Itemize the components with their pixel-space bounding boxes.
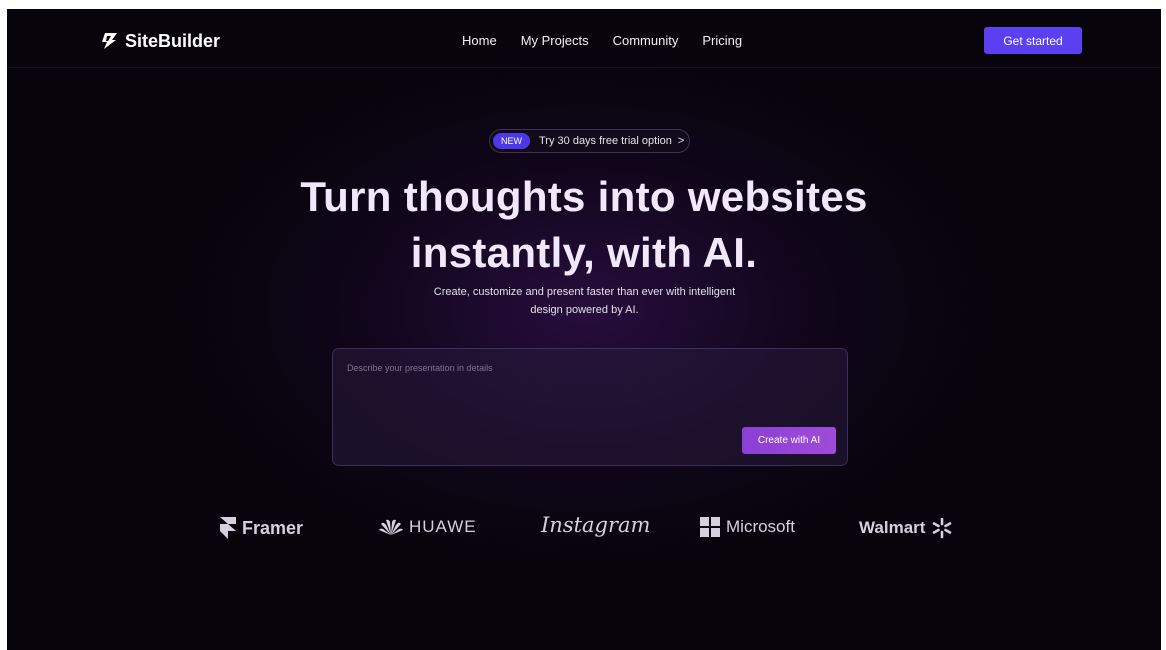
- new-badge: NEW: [493, 133, 530, 149]
- prompt-input[interactable]: [345, 361, 839, 425]
- nav-link-my-projects[interactable]: My Projects: [521, 33, 589, 48]
- huawei-logo-text: HUAWE: [409, 517, 477, 536]
- get-started-button[interactable]: Get started: [984, 27, 1082, 54]
- hero-headline: Turn thoughts into websites instantly, w…: [7, 169, 1161, 281]
- framer-logo: Framer: [220, 517, 303, 539]
- hero-subtext: Create, customize and present faster tha…: [407, 283, 762, 319]
- top-nav: SiteBuilder Home My Projects Community P…: [7, 9, 1161, 68]
- instagram-logo-text: Instagram: [541, 513, 651, 537]
- prompt-box: Create with AI: [332, 348, 848, 466]
- lightning-logo-icon: [102, 33, 117, 49]
- walmart-logo: Walmart: [859, 517, 953, 539]
- instagram-logo: Instagram: [541, 513, 650, 537]
- hero-subtext-line1: Create, customize and present faster tha…: [433, 286, 736, 298]
- huawei-logo: HUAWE: [379, 517, 477, 537]
- nav-links: Home My Projects Community Pricing: [462, 33, 742, 48]
- framer-icon: [220, 517, 236, 539]
- brand-name: SiteBuilder: [125, 30, 221, 51]
- partner-logos: Framer HUAWE Instagram Microsoft Walmart: [7, 511, 1161, 551]
- microsoft-logo: Microsoft: [700, 517, 795, 537]
- nav-link-pricing[interactable]: Pricing: [702, 33, 742, 48]
- brand-logo[interactable]: SiteBuilder: [99, 29, 220, 53]
- hero-headline-line1: Turn thoughts into websites: [300, 173, 868, 220]
- nav-link-community[interactable]: Community: [613, 33, 679, 48]
- microsoft-icon: [700, 517, 720, 537]
- announcement-text: Try 30 days free trial option: [539, 135, 672, 147]
- microsoft-logo-text: Microsoft: [726, 517, 795, 536]
- create-with-ai-button[interactable]: Create with AI: [742, 427, 836, 454]
- walmart-spark-icon: [933, 517, 952, 539]
- hero-subtext-line2: design powered by AI.: [530, 304, 639, 316]
- hero-headline-line2: instantly, with AI.: [410, 229, 758, 276]
- walmart-logo-text: Walmart: [859, 518, 926, 537]
- huawei-icon: [379, 519, 403, 535]
- framer-logo-text: Framer: [242, 517, 304, 538]
- chevron-right-icon: >: [677, 135, 685, 147]
- announcement-pill[interactable]: NEW Try 30 days free trial option >: [489, 129, 690, 153]
- page: SiteBuilder Home My Projects Community P…: [7, 9, 1161, 650]
- nav-link-home[interactable]: Home: [462, 33, 497, 48]
